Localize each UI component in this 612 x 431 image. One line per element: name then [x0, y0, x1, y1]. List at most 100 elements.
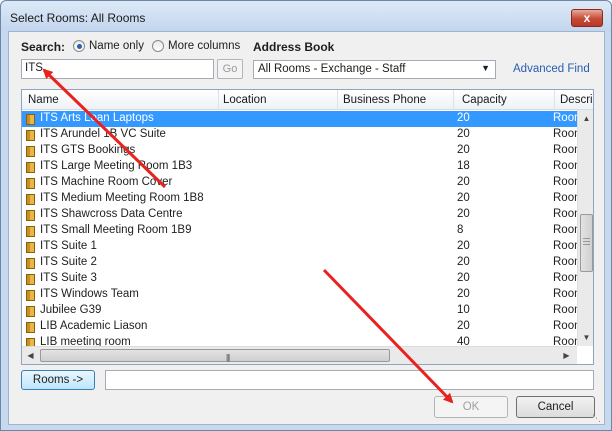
dialog-body: Search: Name only More columns Address B… — [8, 31, 605, 425]
room-icon — [26, 242, 35, 253]
row-capacity: 20 — [457, 208, 470, 220]
room-icon — [26, 178, 35, 189]
row-capacity: 20 — [457, 288, 470, 300]
room-icon — [26, 114, 35, 125]
go-button[interactable]: Go — [217, 59, 243, 79]
search-label: Search: — [21, 40, 66, 54]
horizontal-scrollbar[interactable]: ◀ ||| ▶ — [22, 346, 577, 364]
room-icon — [26, 322, 35, 333]
row-capacity: 20 — [457, 256, 470, 268]
title-bar: Select Rooms: All Rooms x — [1, 1, 611, 31]
room-icon — [26, 290, 35, 301]
row-capacity: 8 — [457, 224, 464, 236]
resize-grip-icon[interactable]: ⋱ — [592, 413, 601, 424]
rooms-button[interactable]: Rooms -> — [21, 370, 95, 390]
select-rooms-dialog: Select Rooms: All Rooms x Search: Name o… — [0, 0, 612, 431]
table-row[interactable]: ITS Large Meeting Room 1B3 18 Room — [22, 159, 584, 175]
table-row[interactable]: ITS Arundel 1B VC Suite 20 Room — [22, 127, 584, 143]
column-header-description[interactable]: Descrip — [560, 94, 593, 106]
address-book-value: All Rooms - Exchange - Staff — [258, 63, 406, 75]
room-icon — [26, 226, 35, 237]
row-name: LIB Academic Liason — [40, 320, 148, 332]
column-divider[interactable] — [453, 90, 454, 110]
row-name: ITS Suite 1 — [40, 240, 97, 252]
close-icon: x — [583, 11, 591, 25]
column-header-location[interactable]: Location — [223, 94, 266, 106]
rooms-field[interactable] — [105, 370, 594, 390]
radio-dot-icon — [73, 40, 85, 52]
vertical-scrollbar[interactable]: ▲ — — — ▼ — [577, 110, 593, 346]
search-input[interactable]: ITS — [21, 59, 214, 79]
room-icon — [26, 162, 35, 173]
table-row[interactable]: ITS Windows Team 20 Room — [22, 287, 584, 303]
scroll-right-icon[interactable]: ▶ — [558, 347, 575, 364]
room-icon — [26, 210, 35, 221]
row-capacity: 10 — [457, 304, 470, 316]
table-row[interactable]: ITS GTS Bookings 20 Room — [22, 143, 584, 159]
table-row[interactable]: ITS Machine Room Cover 20 Room — [22, 175, 584, 191]
row-name: ITS Suite 3 — [40, 272, 97, 284]
room-icon — [26, 146, 35, 157]
window-title: Select Rooms: All Rooms — [10, 11, 146, 25]
room-icon — [26, 306, 35, 317]
vertical-scroll-thumb[interactable]: — — — — [580, 214, 593, 272]
room-icon — [26, 130, 35, 141]
table-row[interactable]: ITS Suite 2 20 Room — [22, 255, 584, 271]
address-book-dropdown[interactable]: All Rooms - Exchange - Staff ▼ — [253, 60, 496, 79]
row-name: ITS Arundel 1B VC Suite — [40, 128, 166, 140]
advanced-find-link[interactable]: Advanced Find — [513, 63, 590, 75]
column-header-business-phone[interactable]: Business Phone — [343, 94, 426, 106]
room-icon — [26, 274, 35, 285]
row-name: ITS Medium Meeting Room 1B8 — [40, 192, 204, 204]
row-name: ITS Machine Room Cover — [40, 176, 173, 188]
row-name: ITS Arts Loan Laptops — [40, 112, 154, 124]
table-row[interactable]: ITS Medium Meeting Room 1B8 20 Room — [22, 191, 584, 207]
room-icon — [26, 258, 35, 269]
table-row[interactable]: ITS Shawcross Data Centre 20 Room — [22, 207, 584, 223]
radio-name-only[interactable]: Name only — [73, 40, 144, 52]
row-capacity: 20 — [457, 176, 470, 188]
row-capacity: 20 — [457, 192, 470, 204]
column-header-name[interactable]: Name — [28, 94, 59, 106]
table-row[interactable]: ITS Small Meeting Room 1B9 8 Room — [22, 223, 584, 239]
row-capacity: 20 — [457, 272, 470, 284]
radio-more-columns-label: More columns — [168, 40, 241, 52]
ok-button[interactable]: OK — [434, 396, 508, 418]
table-row[interactable]: LIB Academic Liason 20 Room — [22, 319, 584, 335]
close-button[interactable]: x — [571, 9, 603, 27]
horizontal-scroll-thumb[interactable]: ||| — [40, 349, 390, 362]
scroll-down-icon[interactable]: ▼ — [578, 329, 593, 346]
column-header-capacity[interactable]: Capacity — [462, 94, 507, 106]
chevron-down-icon: ▼ — [481, 63, 490, 73]
row-capacity: 20 — [457, 112, 470, 124]
column-divider[interactable] — [554, 90, 555, 110]
rooms-list[interactable]: Name Location Business Phone Capacity De… — [21, 89, 594, 365]
table-row[interactable]: Jubilee G39 10 Room — [22, 303, 584, 319]
address-book-label: Address Book — [253, 40, 335, 54]
room-icon — [26, 194, 35, 205]
row-capacity: 18 — [457, 160, 470, 172]
column-divider[interactable] — [218, 90, 219, 110]
radio-more-columns[interactable]: More columns — [152, 40, 240, 52]
row-name: ITS GTS Bookings — [40, 144, 136, 156]
scroll-up-icon[interactable]: ▲ — [578, 110, 593, 127]
scroll-left-icon[interactable]: ◀ — [22, 347, 39, 364]
radio-dot-icon — [152, 40, 164, 52]
row-capacity: 20 — [457, 240, 470, 252]
row-capacity: 20 — [457, 128, 470, 140]
row-name: Jubilee G39 — [40, 304, 102, 316]
table-row[interactable]: ITS Suite 3 20 Room — [22, 271, 584, 287]
table-row[interactable]: ITS Suite 1 20 Room — [22, 239, 584, 255]
cancel-button[interactable]: Cancel — [516, 396, 595, 418]
row-name: ITS Suite 2 — [40, 256, 97, 268]
list-header: Name Location Business Phone Capacity De… — [22, 90, 593, 110]
column-divider[interactable] — [337, 90, 338, 110]
grip-icon: — — — — [583, 235, 590, 248]
table-row[interactable]: ITS Arts Loan Laptops 20 Room — [22, 111, 584, 127]
radio-name-only-label: Name only — [89, 40, 144, 52]
grip-icon: ||| — [226, 353, 230, 362]
row-name: ITS Shawcross Data Centre — [40, 208, 183, 220]
row-capacity: 20 — [457, 144, 470, 156]
row-name: ITS Large Meeting Room 1B3 — [40, 160, 193, 172]
row-capacity: 20 — [457, 320, 470, 332]
